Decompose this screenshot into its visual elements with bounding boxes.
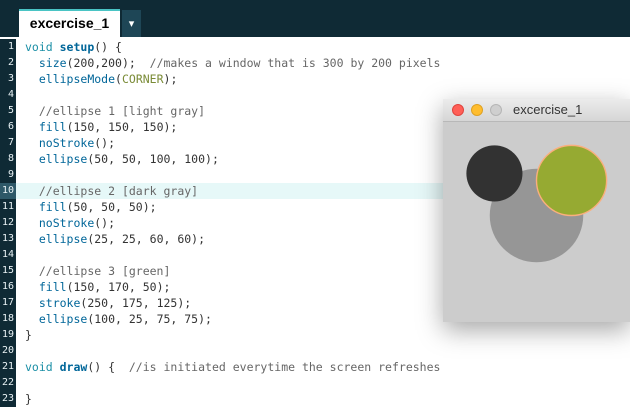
code-text: size(200,200); //makes a window that is … — [38, 56, 441, 70]
green-ellipse — [535, 144, 608, 217]
code-text: ellipseMode(CORNER); — [38, 72, 178, 86]
code-text: void setup() { — [25, 40, 122, 54]
code-line[interactable]: 19} — [0, 327, 630, 343]
code-text: noStroke(); — [38, 216, 116, 230]
line-number: 23 — [0, 391, 16, 407]
code-text: //ellipse 2 [dark gray] — [38, 184, 199, 198]
code-text: //ellipse 1 [light gray] — [38, 104, 206, 118]
line-number: 5 — [0, 103, 16, 119]
line-number: 1 — [0, 39, 16, 55]
line-number: 18 — [0, 311, 16, 327]
close-window-button[interactable] — [452, 104, 464, 116]
line-number: 8 — [0, 151, 16, 167]
sketch-window[interactable]: excercise_1 — [443, 99, 630, 322]
line-number: 19 — [0, 327, 16, 343]
line-number: 17 — [0, 295, 16, 311]
code-text: ellipse(100, 25, 75, 75); — [38, 312, 212, 326]
minimize-window-button[interactable] — [471, 104, 483, 116]
line-number: 3 — [0, 71, 16, 87]
tab-excercise-1[interactable]: excercise_1 — [19, 9, 120, 37]
zoom-window-button[interactable] — [490, 104, 502, 116]
sketch-canvas — [466, 144, 608, 263]
line-number: 22 — [0, 375, 16, 391]
line-number: 6 — [0, 119, 16, 135]
code-text: void draw() { //is initiated everytime t… — [25, 360, 441, 374]
code-text: noStroke(); — [38, 136, 116, 150]
code-text: fill(150, 170, 50); — [38, 280, 171, 294]
code-text: } — [25, 328, 32, 342]
code-line[interactable]: 23} — [0, 391, 630, 407]
tab-menu-dropdown-icon[interactable]: ▾ — [122, 10, 141, 37]
code-text: fill(150, 150, 150); — [38, 120, 178, 134]
code-text: fill(50, 50, 50); — [38, 200, 157, 214]
tab-bar: excercise_1 ▾ — [0, 0, 630, 37]
code-text: //ellipse 3 [green] — [38, 264, 171, 278]
line-number: 2 — [0, 55, 16, 71]
code-line[interactable]: 22 — [0, 375, 630, 391]
line-number: 20 — [0, 343, 16, 359]
line-number: 16 — [0, 279, 16, 295]
line-number: 7 — [0, 135, 16, 151]
line-number: 15 — [0, 263, 16, 279]
line-number: 4 — [0, 87, 16, 103]
line-number: 9 — [0, 167, 16, 183]
code-line[interactable]: 2 size(200,200); //makes a window that i… — [0, 55, 630, 71]
code-text: ellipse(50, 50, 100, 100); — [38, 152, 219, 166]
line-number: 14 — [0, 247, 16, 263]
dark-gray-ellipse — [466, 145, 523, 202]
line-number: 11 — [0, 199, 16, 215]
code-line[interactable]: 3 ellipseMode(CORNER); — [0, 71, 630, 87]
code-line[interactable]: 20 — [0, 343, 630, 359]
line-number: 12 — [0, 215, 16, 231]
code-line[interactable]: 21 void draw() { //is initiated everytime… — [0, 359, 630, 375]
code-text: ellipse(25, 25, 60, 60); — [38, 232, 206, 246]
sketch-window-title: excercise_1 — [513, 102, 583, 117]
code-line[interactable]: 1 void setup() { — [0, 39, 630, 55]
sketch-window-titlebar[interactable]: excercise_1 — [443, 99, 630, 122]
line-number: 21 — [0, 359, 16, 375]
code-text: } — [25, 392, 32, 406]
code-text: stroke(250, 175, 125); — [38, 296, 192, 310]
line-number: 10 — [0, 183, 16, 199]
line-number: 13 — [0, 231, 16, 247]
